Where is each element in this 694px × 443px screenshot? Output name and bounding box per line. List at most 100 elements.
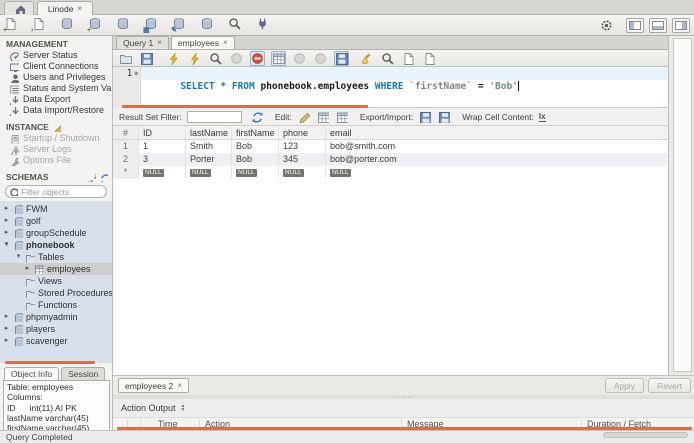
save-icon[interactable] [139,51,154,66]
migration-icon[interactable] [256,17,273,33]
toggle-right-sidebar-button[interactable] [672,17,690,33]
new-schema-icon[interactable] [116,17,133,33]
column-header-firstname[interactable]: firstName [232,126,279,139]
tab-session[interactable]: Session [61,367,106,380]
tab-object-info[interactable]: Object Info [4,367,60,380]
limit-rows-icon[interactable] [271,50,286,66]
schema-item-phpmyadmin[interactable]: ▸ phpmyadmin [0,311,112,323]
chevron-right-icon[interactable]: ▸ [3,323,10,335]
close-icon[interactable]: × [177,381,182,390]
selector-spinner[interactable]: ▴ ▾ [182,403,185,413]
column-header-phone[interactable]: phone [279,126,326,139]
cell-lastname[interactable]: Porter [186,153,232,166]
schema-item-phonebook[interactable]: ▾ phonebook [0,239,112,251]
close-icon[interactable]: × [77,4,82,13]
cell-phone[interactable]: 123 [279,140,326,153]
server-admin-icon[interactable] [200,17,217,33]
table-row[interactable]: 1 1 Smith Bob 123 bob@smith.com [113,140,668,153]
chevron-right-icon[interactable]: ▸ [3,215,10,227]
chevron-right-icon[interactable]: ▸ [3,227,10,239]
chevron-down-icon[interactable]: ▾ [3,239,10,251]
table-row-new[interactable]: * NULL NULL NULL NULL NULL [113,166,668,179]
toggle-left-sidebar-button[interactable] [626,17,644,33]
execute-current-icon[interactable] [187,51,202,66]
sidebar-item-server-logs[interactable]: Server Logs [0,144,112,155]
import-icon[interactable] [437,110,451,123]
cell-email[interactable]: bob@porter.com [326,153,668,166]
insert-row-icon[interactable] [316,110,330,123]
column-header-rownum[interactable]: # [113,126,139,139]
explain-icon[interactable] [208,51,223,66]
sidebar-item-startup-shutdown[interactable]: Startup / Shutdown [0,133,112,144]
new-table-icon[interactable]: ▦ [143,17,161,34]
new-query-tab-icon[interactable]: + [3,17,21,34]
chevron-right-icon[interactable]: ▸ [3,335,10,347]
schema-item-groupschedule[interactable]: ▸ groupSchedule [0,227,112,239]
open-file-icon[interactable] [118,51,133,66]
schema-item-fwm[interactable]: ▸ FWM [0,203,112,215]
column-header-email[interactable]: email [326,126,668,139]
find-icon[interactable] [380,51,395,66]
rollback-icon[interactable] [313,51,328,66]
chevron-right-icon[interactable]: ▸ [3,311,10,323]
instance-edit-icon[interactable] [52,123,61,132]
invisible-chars-icon[interactable] [401,51,416,66]
toggle-output-panel-button[interactable] [649,17,667,33]
action-output-selector[interactable]: Action Output [121,403,176,413]
chevron-right-icon[interactable]: ▸ [24,263,31,275]
toggle-stop-on-error-icon[interactable] [250,50,265,66]
sidebar-item-system-variables[interactable]: Status and System Variables [0,83,112,94]
beautify-icon[interactable] [359,51,374,66]
delete-row-icon[interactable] [335,110,349,123]
tab-query-1[interactable]: Query 1 × [116,36,169,49]
refresh-icon[interactable] [250,110,264,123]
sidebar-item-server-status[interactable]: Server Status [0,50,112,61]
tree-item-stored-procedures[interactable]: Stored Procedures [0,287,112,299]
cell-phone[interactable]: 345 [279,153,326,166]
export-icon[interactable] [418,110,432,123]
tree-item-views[interactable]: Views [0,275,112,287]
commit-icon[interactable] [292,51,307,66]
schema-item-golf[interactable]: ▸ golf [0,215,112,227]
edit-cell-icon[interactable] [297,110,311,123]
schema-filter-input[interactable] [21,186,101,197]
wrap-cell-icon[interactable]: Ix [538,112,546,122]
column-header-lastname[interactable]: lastName [186,126,232,139]
result-set-filter-input[interactable] [186,110,242,123]
search-objects-icon[interactable] [228,17,245,33]
sidebar-item-data-import[interactable]: Data Import/Restore [0,105,112,116]
tab-employees[interactable]: employees × [170,36,235,49]
cell-firstname[interactable]: Bob [232,153,279,166]
new-connection-icon[interactable]: + [87,17,105,34]
cell-lastname[interactable]: Smith [186,140,232,153]
revert-button[interactable]: Revert [647,378,691,393]
sql-editor[interactable]: 1 ● SELECT * FROM phonebook.employees WH… [113,67,668,108]
schema-filter-box[interactable] [5,185,107,198]
schemas-refresh-icon[interactable] [99,173,108,182]
tree-item-functions[interactable]: Functions [0,299,112,311]
execute-icon[interactable] [166,51,181,66]
column-header-id[interactable]: ID [139,126,186,139]
sidebar-item-options-file[interactable]: Options File [0,155,112,166]
open-connection-icon[interactable] [60,17,77,33]
apply-button[interactable]: Apply [604,378,644,393]
sidebar-item-users-privileges[interactable]: Users and Privileges [0,72,112,83]
chevron-down-icon[interactable]: ▾ [15,251,22,263]
sql-code-line[interactable]: SELECT * FROM phonebook.employees WHERE … [142,67,668,92]
autocommit-icon[interactable] [334,50,349,66]
open-sql-script-icon[interactable]: › [31,17,49,34]
sidebar-item-client-connections[interactable]: Client Connections [0,61,112,72]
connection-tab[interactable]: Linode × [37,1,93,15]
schema-item-scavenger[interactable]: ▸ scavenger [0,335,112,347]
cell-email[interactable]: bob@smith.com [326,140,668,153]
preferences-icon[interactable] [598,17,614,33]
cell-firstname[interactable]: Bob [232,140,279,153]
sidebar-item-data-export[interactable]: Data Export [0,94,112,105]
home-tab[interactable] [4,1,34,15]
cell-id[interactable]: 1 [139,140,186,153]
stop-icon[interactable] [229,51,244,66]
tree-item-employees[interactable]: ▸ employees [0,263,112,275]
wrap-text-icon[interactable] [422,51,437,66]
cell-id[interactable]: 3 [139,153,186,166]
schema-item-players[interactable]: ▸ players [0,323,112,335]
